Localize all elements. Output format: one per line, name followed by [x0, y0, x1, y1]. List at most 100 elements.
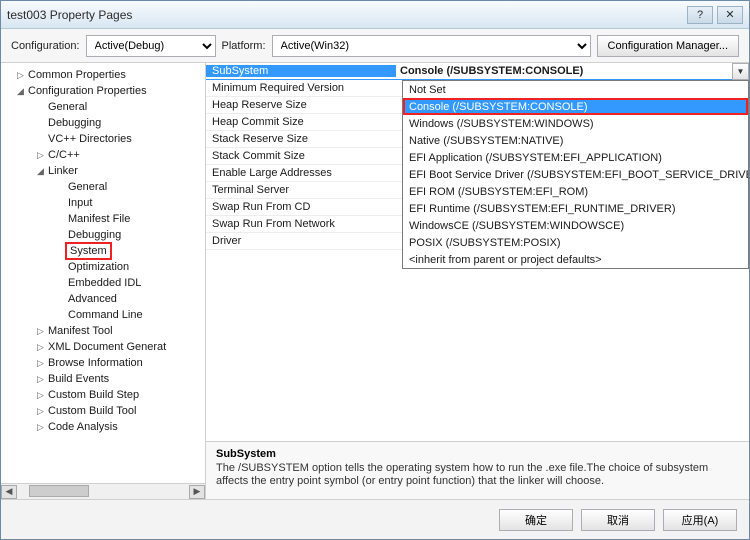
window-title: test003 Property Pages [7, 8, 687, 22]
property-name: Heap Commit Size [206, 116, 396, 128]
tree-item-label: System [68, 245, 109, 257]
property-name: Heap Reserve Size [206, 99, 396, 111]
dropdown-option[interactable]: WindowsCE (/SUBSYSTEM:WINDOWSCE) [403, 217, 748, 234]
tree-item[interactable]: ▷Browse Information [9, 355, 205, 371]
help-button[interactable]: ? [687, 6, 713, 24]
expand-icon[interactable]: ▷ [17, 70, 28, 81]
apply-button[interactable]: 应用(A) [663, 509, 737, 531]
close-button[interactable]: ✕ [717, 6, 743, 24]
tree-item-label: Advanced [68, 293, 117, 305]
property-name: Stack Commit Size [206, 150, 396, 162]
tree-item[interactable]: Input [9, 195, 205, 211]
tree-item[interactable]: Embedded IDL [9, 275, 205, 291]
tree-item-label: Optimization [68, 261, 129, 273]
tree-item[interactable]: General [9, 99, 205, 115]
tree-item[interactable]: ▷Custom Build Tool [9, 403, 205, 419]
cancel-button[interactable]: 取消 [581, 509, 655, 531]
expand-icon[interactable]: ▷ [37, 374, 48, 385]
tree-item-label: Common Properties [28, 69, 126, 81]
property-name: Enable Large Addresses [206, 167, 396, 179]
tree-item[interactable]: ▷Manifest Tool [9, 323, 205, 339]
scroll-right-icon[interactable]: ▶ [189, 485, 205, 499]
tree-item[interactable]: ▷Custom Build Step [9, 387, 205, 403]
ok-button[interactable]: 确定 [499, 509, 573, 531]
dropdown-toggle-button[interactable]: ▼ [732, 63, 749, 80]
tree-item-label: Manifest Tool [48, 325, 113, 337]
dropdown-option[interactable]: Not Set [403, 81, 748, 98]
tree-item-label: Configuration Properties [28, 85, 147, 97]
scroll-left-icon[interactable]: ◀ [1, 485, 17, 499]
tree-item[interactable]: ▷C/C++ [9, 147, 205, 163]
property-name: SubSystem [206, 65, 396, 77]
property-value[interactable]: Console (/SUBSYSTEM:CONSOLE) [396, 65, 749, 77]
tree-scrollbar[interactable]: ◀ ▶ [1, 483, 205, 499]
platform-select[interactable]: Active(Win32) [272, 35, 591, 57]
dropdown-option[interactable]: Windows (/SUBSYSTEM:WINDOWS) [403, 115, 748, 132]
tree-item[interactable]: Manifest File [9, 211, 205, 227]
tree-item[interactable]: General [9, 179, 205, 195]
dropdown-option[interactable]: EFI ROM (/SUBSYSTEM:EFI_ROM) [403, 183, 748, 200]
property-name: Swap Run From CD [206, 201, 396, 213]
expand-icon[interactable]: ◢ [17, 86, 28, 97]
tree-item[interactable]: Advanced [9, 291, 205, 307]
tree-item[interactable]: Optimization [9, 259, 205, 275]
dropdown-option[interactable]: EFI Runtime (/SUBSYSTEM:EFI_RUNTIME_DRIV… [403, 200, 748, 217]
tree-item-label: Linker [48, 165, 78, 177]
description-box: SubSystem The /SUBSYSTEM option tells th… [206, 441, 749, 499]
tree-item[interactable]: ▷XML Document Generat [9, 339, 205, 355]
configuration-manager-button[interactable]: Configuration Manager... [597, 35, 739, 57]
dropdown-option[interactable]: <inherit from parent or project defaults… [403, 251, 748, 268]
tree-item-label: Embedded IDL [68, 277, 141, 289]
property-tree: ▷Common Properties◢Configuration Propert… [1, 63, 206, 499]
dropdown-option[interactable]: EFI Application (/SUBSYSTEM:EFI_APPLICAT… [403, 149, 748, 166]
tree-item[interactable]: Command Line [9, 307, 205, 323]
tree-item-label: Command Line [68, 309, 143, 321]
tree-item-label: C/C++ [48, 149, 80, 161]
dropdown-option[interactable]: Native (/SUBSYSTEM:NATIVE) [403, 132, 748, 149]
dropdown-option[interactable]: EFI Boot Service Driver (/SUBSYSTEM:EFI_… [403, 166, 748, 183]
property-name: Stack Reserve Size [206, 133, 396, 145]
configuration-select[interactable]: Active(Debug) [86, 35, 216, 57]
expand-icon[interactable]: ▷ [37, 422, 48, 433]
configuration-label: Configuration: [11, 40, 80, 52]
dropdown-option[interactable]: POSIX (/SUBSYSTEM:POSIX) [403, 234, 748, 251]
tree-item-label: Build Events [48, 373, 109, 385]
scroll-thumb[interactable] [29, 485, 89, 497]
tree-item[interactable]: System [9, 243, 205, 259]
property-pages-window: test003 Property Pages ? ✕ Configuration… [0, 0, 750, 540]
property-name: Minimum Required Version [206, 82, 396, 94]
tree-item-label: Debugging [68, 229, 121, 241]
tree-item-label: Input [68, 197, 92, 209]
tree-item-label: VC++ Directories [48, 133, 132, 145]
tree-item[interactable]: ▷Common Properties [9, 67, 205, 83]
tree-item[interactable]: ▷Build Events [9, 371, 205, 387]
titlebar: test003 Property Pages ? ✕ [1, 1, 749, 29]
tree-item[interactable]: ◢Linker [9, 163, 205, 179]
description-title: SubSystem [216, 448, 739, 460]
tree-item[interactable]: Debugging [9, 227, 205, 243]
expand-icon[interactable]: ▷ [37, 390, 48, 401]
config-row: Configuration: Active(Debug) Platform: A… [1, 29, 749, 63]
expand-icon[interactable]: ▷ [37, 406, 48, 417]
expand-icon[interactable]: ▷ [37, 326, 48, 337]
expand-icon[interactable]: ◢ [37, 166, 48, 177]
subsystem-dropdown: Not SetConsole (/SUBSYSTEM:CONSOLE)Windo… [402, 80, 749, 269]
expand-icon[interactable]: ▷ [37, 358, 48, 369]
property-name: Swap Run From Network [206, 218, 396, 230]
tree-item[interactable]: ▷Code Analysis [9, 419, 205, 435]
property-main: ▼ SubSystemConsole (/SUBSYSTEM:CONSOLE)M… [206, 63, 749, 499]
dropdown-option[interactable]: Console (/SUBSYSTEM:CONSOLE) [403, 98, 748, 115]
tree-item-label: Code Analysis [48, 421, 118, 433]
tree-item[interactable]: VC++ Directories [9, 131, 205, 147]
tree-item[interactable]: ◢Configuration Properties [9, 83, 205, 99]
property-grid: ▼ SubSystemConsole (/SUBSYSTEM:CONSOLE)M… [206, 63, 749, 441]
tree-item-label: XML Document Generat [48, 341, 166, 353]
tree-item-label: General [68, 181, 107, 193]
tree-item-label: Custom Build Step [48, 389, 139, 401]
property-row[interactable]: SubSystemConsole (/SUBSYSTEM:CONSOLE) [206, 63, 749, 80]
tree-item-label: Custom Build Tool [48, 405, 136, 417]
expand-icon[interactable]: ▷ [37, 150, 48, 161]
property-name: Driver [206, 235, 396, 247]
tree-item[interactable]: Debugging [9, 115, 205, 131]
expand-icon[interactable]: ▷ [37, 342, 48, 353]
